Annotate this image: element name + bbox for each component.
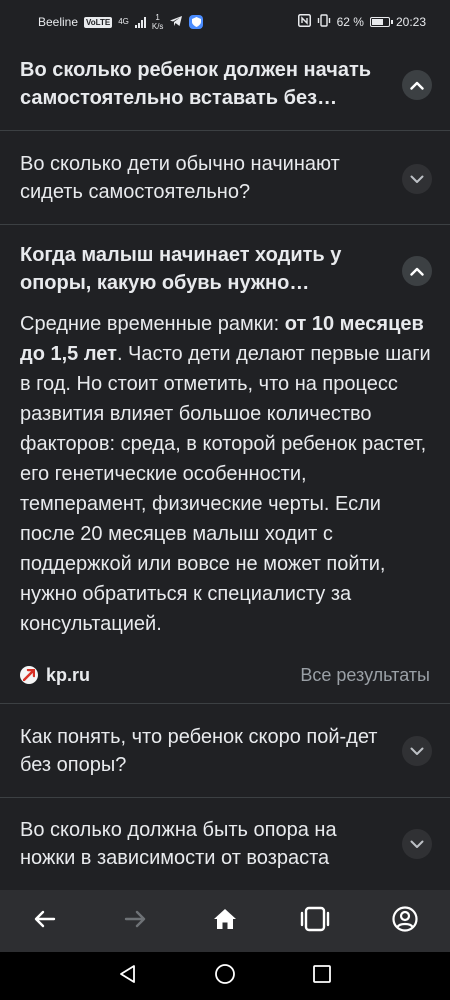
- source-row: kp.ru Все результаты: [0, 647, 450, 703]
- source-name: kp.ru: [46, 664, 91, 685]
- network-speed-value: 1: [155, 13, 160, 22]
- chevron-up-icon[interactable]: [402, 70, 432, 100]
- system-recents-button[interactable]: [302, 956, 342, 996]
- answer-text: Средние временные рамки:: [20, 313, 285, 335]
- system-back-button[interactable]: [108, 956, 148, 996]
- volte-badge: VoLTE: [84, 16, 113, 28]
- network-speed: 1 K/s: [152, 13, 164, 31]
- arrow-left-icon: [34, 910, 56, 933]
- faq-list: Во сколько ребенок должен начать самосто…: [0, 44, 450, 890]
- kp-logo-icon: [20, 666, 38, 684]
- faq-question: Во сколько должна быть опора на ножки в …: [20, 819, 337, 869]
- faq-question: Как понять, что ребенок скоро пой-дет бе…: [20, 726, 378, 776]
- forward-button[interactable]: [105, 898, 165, 944]
- vpn-icon: [189, 15, 204, 29]
- vibrate-icon: [317, 14, 331, 30]
- faq-question: Во сколько ребенок должен начать самосто…: [20, 59, 372, 109]
- circle-home-icon: [214, 963, 236, 990]
- chevron-up-icon[interactable]: [402, 256, 432, 286]
- network-type: 4G: [118, 17, 129, 26]
- tabs-icon: [300, 906, 330, 937]
- telegram-icon: [169, 15, 183, 30]
- nfc-icon: [297, 14, 311, 30]
- square-recents-icon: [312, 964, 332, 989]
- tabs-button[interactable]: [285, 898, 345, 944]
- network-speed-unit: K/s: [151, 22, 164, 31]
- source-link[interactable]: kp.ru: [20, 665, 90, 686]
- system-nav-bar: [0, 952, 450, 1000]
- home-button[interactable]: [195, 898, 255, 944]
- faq-question: Во сколько дети обычно начинают сидеть с…: [20, 153, 340, 203]
- battery-percent: 62 %: [336, 15, 364, 29]
- faq-question-row[interactable]: Когда малыш начинает ходить у опоры, как…: [0, 225, 450, 305]
- answer-text: . Часто дети делают первые шаги в год. Н…: [20, 343, 431, 635]
- chevron-down-icon[interactable]: [402, 736, 432, 766]
- signal-icon: [134, 16, 146, 28]
- triangle-back-icon: [118, 964, 138, 989]
- status-bar: Beeline VoLTE 4G 1 K/s 62 % 20:23: [0, 0, 450, 44]
- profile-icon: [392, 905, 418, 937]
- faq-item[interactable]: Во сколько должна быть опора на ножки в …: [0, 798, 450, 890]
- system-home-button[interactable]: [205, 956, 245, 996]
- faq-item[interactable]: Как понять, что ребенок скоро пой-дет бе…: [0, 704, 450, 798]
- faq-question: Когда малыш начинает ходить у опоры, как…: [20, 244, 342, 294]
- home-icon: [213, 908, 237, 935]
- browser-bottom-nav: [0, 890, 450, 952]
- profile-button[interactable]: [375, 898, 435, 944]
- faq-answer: Средние временные рамки: от 10 месяцев д…: [0, 305, 450, 639]
- battery-icon: [369, 17, 393, 27]
- chevron-down-icon[interactable]: [402, 829, 432, 859]
- back-button[interactable]: [15, 898, 75, 944]
- arrow-right-icon: [124, 910, 146, 933]
- carrier-name: Beeline: [38, 15, 79, 29]
- faq-item[interactable]: Во сколько дети обычно начинают сидеть с…: [0, 131, 450, 225]
- faq-item[interactable]: Во сколько ребенок должен начать самосто…: [0, 44, 450, 131]
- all-results-link[interactable]: Все результаты: [300, 665, 430, 686]
- status-right: 62 % 20:23: [297, 14, 426, 30]
- faq-item-expanded: Когда малыш начинает ходить у опоры, как…: [0, 225, 450, 704]
- status-left: Beeline VoLTE 4G 1 K/s: [38, 13, 204, 31]
- clock: 20:23: [395, 15, 426, 29]
- chevron-down-icon[interactable]: [402, 164, 432, 194]
